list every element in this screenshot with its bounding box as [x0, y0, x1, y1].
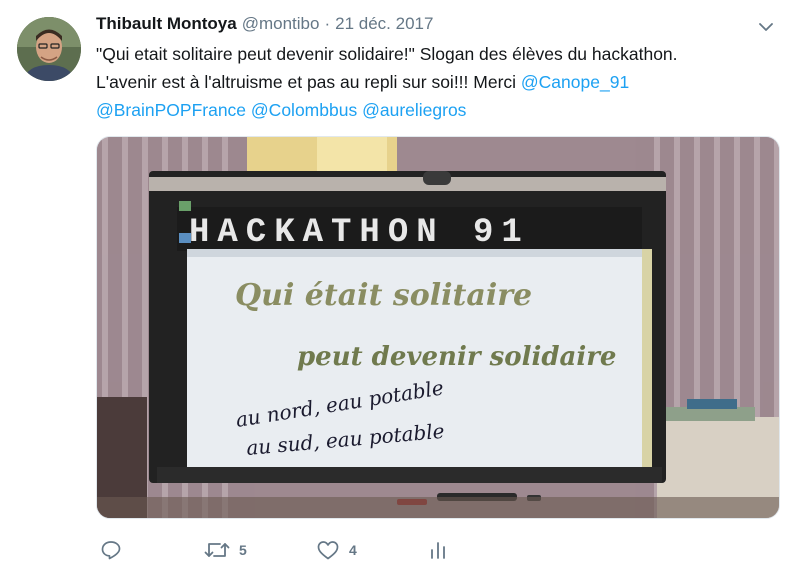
like-button[interactable]: 4 [316, 539, 428, 561]
tweet-card[interactable]: Thibault Montoya @montibo · 21 déc. 2017… [0, 0, 800, 572]
header-separator: · [324, 14, 331, 33]
author-handle[interactable]: @montibo [242, 14, 320, 34]
tweet-photo[interactable]: HACKATHON 91 Qui était solitaire peut de… [96, 136, 780, 519]
mention-link[interactable]: @BrainPOPFrance [96, 100, 246, 120]
avatar-photo [17, 17, 81, 81]
retweet-count: 5 [239, 542, 247, 558]
retweet-icon [204, 543, 230, 557]
tweet-header: Thibault Montoya @montibo · 21 déc. 2017 [96, 14, 433, 38]
like-icon [317, 541, 339, 560]
reply-icon [101, 541, 121, 560]
author-display-name[interactable]: Thibault Montoya [96, 14, 237, 34]
chevron-down-icon[interactable] [756, 18, 776, 36]
mention-link[interactable]: @aureliegros [362, 100, 466, 120]
mention-link[interactable]: @Colombbus [251, 100, 357, 120]
tweet-date[interactable]: 21 déc. 2017 [335, 14, 433, 34]
analytics-icon [431, 542, 445, 559]
like-count: 4 [349, 542, 357, 558]
board-line-1: Qui était solitaire [235, 278, 532, 313]
retweet-button[interactable]: 5 [204, 539, 316, 561]
tweet-text-line: L'avenir est à l'altruisme et pas au rep… [96, 68, 776, 96]
avatar[interactable] [17, 17, 81, 81]
board-line-2: peut devenir solidaire [297, 342, 616, 372]
banner-text: HACKATHON 91 [189, 214, 530, 252]
tweet-text-line: @BrainPOPFrance @Colombbus @aureliegros [96, 96, 776, 124]
reply-button[interactable] [100, 539, 204, 561]
tweet-text: "Qui etait solitaire peut devenir solida… [96, 40, 776, 124]
analytics-button[interactable] [428, 539, 448, 561]
mention-link[interactable]: @Canope_91 [521, 72, 629, 92]
tweet-text-line: "Qui etait solitaire peut devenir solida… [96, 44, 678, 64]
tweet-actions: 5 4 [100, 536, 448, 564]
tweet-text-segment: L'avenir est à l'altruisme et pas au rep… [96, 72, 521, 92]
